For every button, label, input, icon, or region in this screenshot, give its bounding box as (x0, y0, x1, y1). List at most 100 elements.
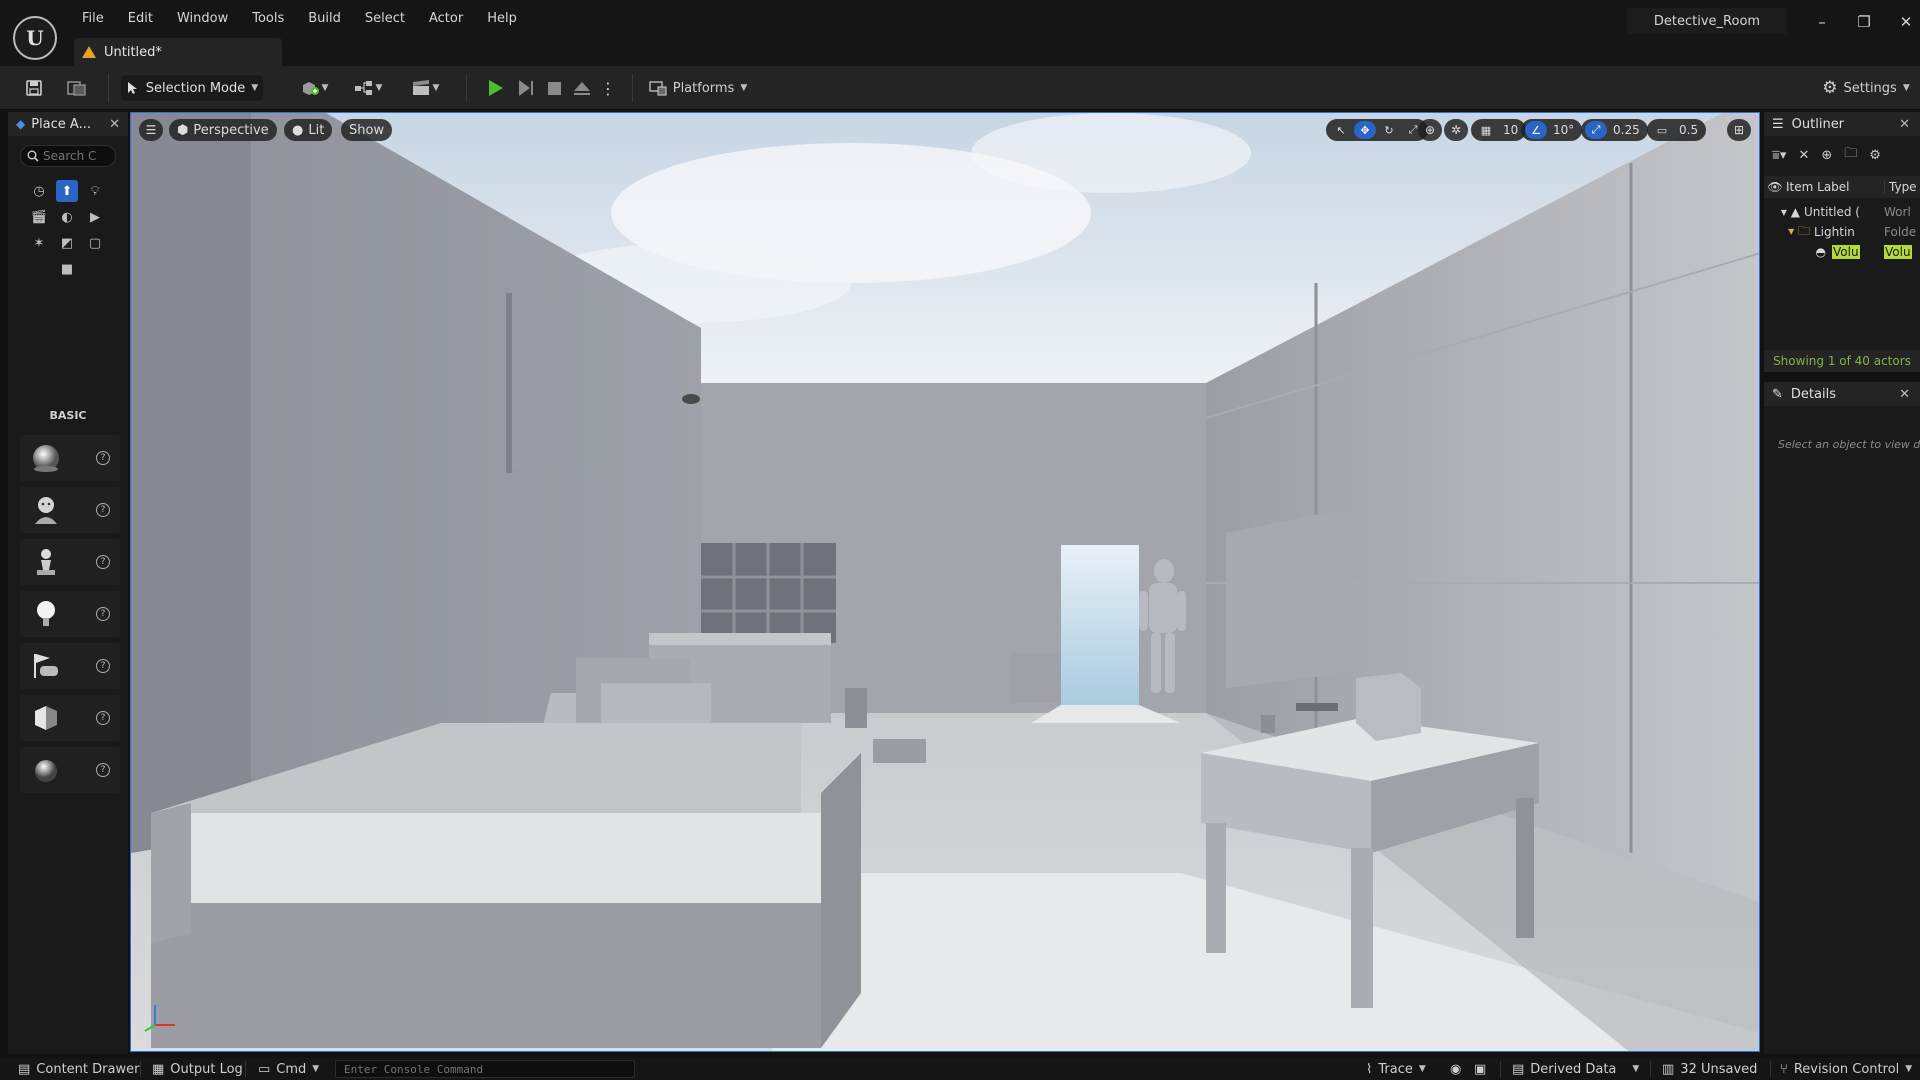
blueprints-button[interactable]: ▼ (350, 75, 386, 101)
revision-control-dropdown[interactable]: ⑂ Revision Control ▼ (1780, 1058, 1912, 1080)
menu-help[interactable]: Help (475, 8, 529, 32)
asset-empty-pawn[interactable]: ? (20, 539, 120, 585)
outliner-row-lighting[interactable]: ▾ 🗀︎ Lightin Folde (1764, 222, 1920, 242)
settings-dropdown[interactable]: ⚙ Settings ▼ (1818, 75, 1914, 101)
derived-data-dropdown[interactable]: ▤ Derived Data ▼ (1512, 1058, 1639, 1080)
record-icon[interactable]: ◉ (1450, 1058, 1461, 1080)
expand-arrow-icon[interactable]: ▾ ▲ (1764, 205, 1804, 219)
rotation-snap-control[interactable]: ∠ 10° (1521, 119, 1583, 141)
save-icon[interactable] (22, 75, 46, 101)
close-window-icon[interactable]: ✕ (1888, 10, 1920, 34)
outliner-tab[interactable]: ☰ Outliner ✕ (1764, 112, 1920, 136)
filter-icon[interactable]: ⩸▾ (1772, 148, 1786, 163)
clear-icon[interactable]: ✕ (1798, 148, 1809, 163)
type-header[interactable]: Type (1884, 180, 1920, 194)
camera-speed-control[interactable]: ▭ 0.5 (1647, 119, 1707, 141)
lights-icon[interactable]: 💡︎ (84, 180, 106, 202)
scale-snap-value[interactable]: 0.25 (1609, 123, 1644, 137)
viewport-options-button[interactable]: ☰ (139, 119, 163, 141)
play-button[interactable] (484, 75, 508, 101)
asset-player-start[interactable]: ? (20, 643, 120, 689)
item-label-header[interactable]: Item Label (1786, 180, 1884, 194)
menu-window[interactable]: Window (165, 8, 240, 32)
stop-button[interactable] (542, 75, 566, 101)
close-tab-icon[interactable]: ✕ (1899, 117, 1910, 132)
view-mode-dropdown[interactable]: ● Lit (284, 119, 333, 141)
help-icon[interactable]: ? (96, 711, 110, 725)
platforms-dropdown[interactable]: Platforms ▼ (648, 75, 748, 101)
unreal-logo-icon[interactable]: U (13, 16, 57, 60)
selection-mode-dropdown[interactable]: Selection Mode ▼ (121, 75, 263, 101)
viewport-layout-icon[interactable]: ⊞ (1727, 119, 1751, 141)
content-browser-icon[interactable] (64, 75, 90, 101)
recent-icon[interactable]: ◷ (28, 180, 50, 202)
help-icon[interactable]: ? (96, 451, 110, 465)
asset-sphere[interactable]: ? (20, 747, 120, 793)
translate-tool-icon[interactable]: ✥ (1354, 121, 1376, 139)
world-local-icon[interactable]: ⊕ (1418, 119, 1442, 141)
trace-dropdown[interactable]: ⌇ Trace ▼ (1366, 1058, 1426, 1080)
close-tab-icon[interactable]: ✕ (109, 117, 120, 132)
new-folder-icon[interactable]: 🗀︎ (1844, 144, 1857, 166)
gear-icon[interactable]: ⚙ (1869, 148, 1881, 163)
place-actors-search[interactable] (20, 145, 116, 167)
volumes-icon[interactable]: ▢ (84, 232, 106, 254)
search-input[interactable] (43, 149, 111, 163)
grid-snap-icon[interactable]: ▦ (1475, 121, 1497, 139)
level-tab[interactable]: Untitled* (74, 38, 282, 66)
menu-actor[interactable]: Actor (417, 8, 475, 32)
eject-button[interactable] (570, 75, 594, 101)
details-tab[interactable]: ✎ Details ✕ (1764, 382, 1920, 406)
particles-icon[interactable]: ✶ (28, 232, 50, 254)
all-classes-icon[interactable]: ■ (56, 258, 78, 280)
help-icon[interactable]: ? (96, 503, 110, 517)
scale-snap-icon[interactable]: ⤢ (1585, 121, 1607, 139)
cinematic-icon[interactable]: 🎬︎ (28, 206, 50, 228)
perspective-dropdown[interactable]: ⬢ Perspective (169, 119, 277, 141)
geometry-icon[interactable]: ◩ (56, 232, 78, 254)
grid-snap-control[interactable]: ▦ 10 (1471, 119, 1527, 141)
menu-edit[interactable]: Edit (116, 8, 165, 32)
rotation-snap-icon[interactable]: ∠ (1525, 121, 1547, 139)
asset-empty-actor[interactable]: ? (20, 435, 120, 481)
help-icon[interactable]: ? (96, 555, 110, 569)
asset-cube[interactable]: ? (20, 695, 120, 741)
cmd-dropdown[interactable]: ▭ Cmd ▼ (258, 1058, 319, 1080)
screenshot-icon[interactable]: ▣ (1474, 1058, 1486, 1080)
cinematics-button[interactable]: ▼ (406, 75, 444, 101)
more-options-icon[interactable]: ⋮ (600, 75, 616, 101)
asset-empty-character[interactable]: ? (20, 487, 120, 533)
help-icon[interactable]: ? (96, 659, 110, 673)
minimize-icon[interactable]: – (1804, 10, 1840, 34)
menu-tools[interactable]: Tools (240, 8, 296, 32)
advance-frame-button[interactable] (514, 75, 538, 101)
menu-build[interactable]: Build (296, 8, 353, 32)
media-icon[interactable]: ▶ (84, 206, 106, 228)
console-command-input[interactable] (335, 1060, 635, 1078)
help-icon[interactable]: ? (96, 607, 110, 621)
menu-select[interactable]: Select (353, 8, 417, 32)
rotate-tool-icon[interactable]: ↻ (1378, 121, 1400, 139)
restore-icon[interactable]: ❐ (1846, 10, 1882, 34)
visual-effects-icon[interactable]: ◐ (56, 206, 78, 228)
output-log-button[interactable]: ▦ Output Log (152, 1058, 243, 1080)
unsaved-button[interactable]: ▥ 32 Unsaved (1662, 1058, 1757, 1080)
level-viewport[interactable]: ☰ ⬢ Perspective ● Lit Show ↖ ✥ ↻ ⤢ ⊕ ✲ ▦… (130, 112, 1760, 1052)
menu-file[interactable]: File (70, 8, 116, 32)
help-icon[interactable]: ? (96, 763, 110, 777)
place-actors-tab[interactable]: ◆ Place A... ✕ (8, 112, 128, 136)
scale-snap-control[interactable]: ⤢ 0.25 (1581, 119, 1648, 141)
outliner-row-world[interactable]: ▾ ▲ Untitled ( Worl (1764, 202, 1920, 222)
content-drawer-button[interactable]: ▤ Content Drawer (18, 1058, 139, 1080)
grid-snap-value[interactable]: 10 (1499, 123, 1522, 137)
add-actor-button[interactable]: ▼ (296, 75, 332, 101)
add-icon[interactable]: ⊕ (1821, 148, 1832, 163)
surface-snap-icon[interactable]: ✲ (1444, 119, 1468, 141)
camera-icon[interactable]: ▭ (1651, 121, 1673, 139)
select-tool-icon[interactable]: ↖ (1330, 121, 1352, 139)
camera-speed-value[interactable]: 0.5 (1675, 123, 1702, 137)
asset-point-light[interactable]: ? (20, 591, 120, 637)
outliner-row-volume[interactable]: ◓ Volu Volu (1764, 242, 1920, 262)
visibility-eye-icon[interactable]: 👁︎ (1764, 180, 1786, 194)
show-dropdown[interactable]: Show (341, 119, 393, 141)
